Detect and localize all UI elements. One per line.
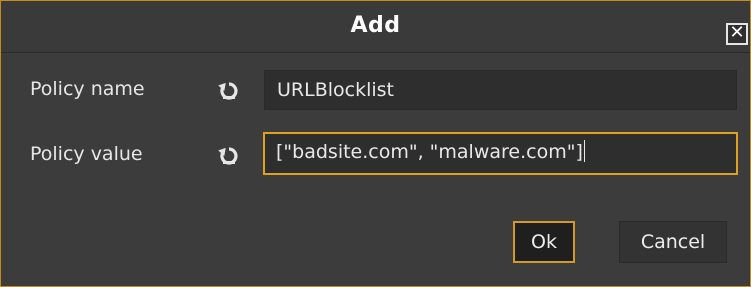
dialog-title: Add bbox=[350, 13, 401, 38]
ok-button-label: Ok bbox=[531, 231, 557, 253]
policy-name-input[interactable]: URLBlocklist bbox=[264, 70, 737, 110]
ok-button[interactable]: Ok bbox=[513, 221, 575, 263]
policy-name-label: Policy name bbox=[30, 78, 145, 100]
policy-name-value: URLBlocklist bbox=[277, 79, 394, 101]
dialog-titlebar[interactable]: Add ✕ bbox=[1, 1, 750, 53]
text-caret bbox=[583, 140, 585, 162]
reset-icon[interactable] bbox=[217, 144, 241, 168]
add-dialog: Add ✕ Policy name URLBlocklist Policy va… bbox=[0, 0, 751, 287]
reset-icon[interactable] bbox=[217, 79, 241, 103]
policy-value-text: ["badsite.com", "malware.com"] bbox=[276, 141, 583, 163]
close-button[interactable]: ✕ bbox=[726, 23, 748, 45]
close-icon: ✕ bbox=[729, 22, 745, 43]
policy-value-input[interactable]: ["badsite.com", "malware.com"] bbox=[263, 132, 738, 175]
policy-value-label: Policy value bbox=[30, 143, 143, 165]
cancel-button[interactable]: Cancel bbox=[619, 221, 727, 263]
cancel-button-label: Cancel bbox=[640, 231, 706, 253]
